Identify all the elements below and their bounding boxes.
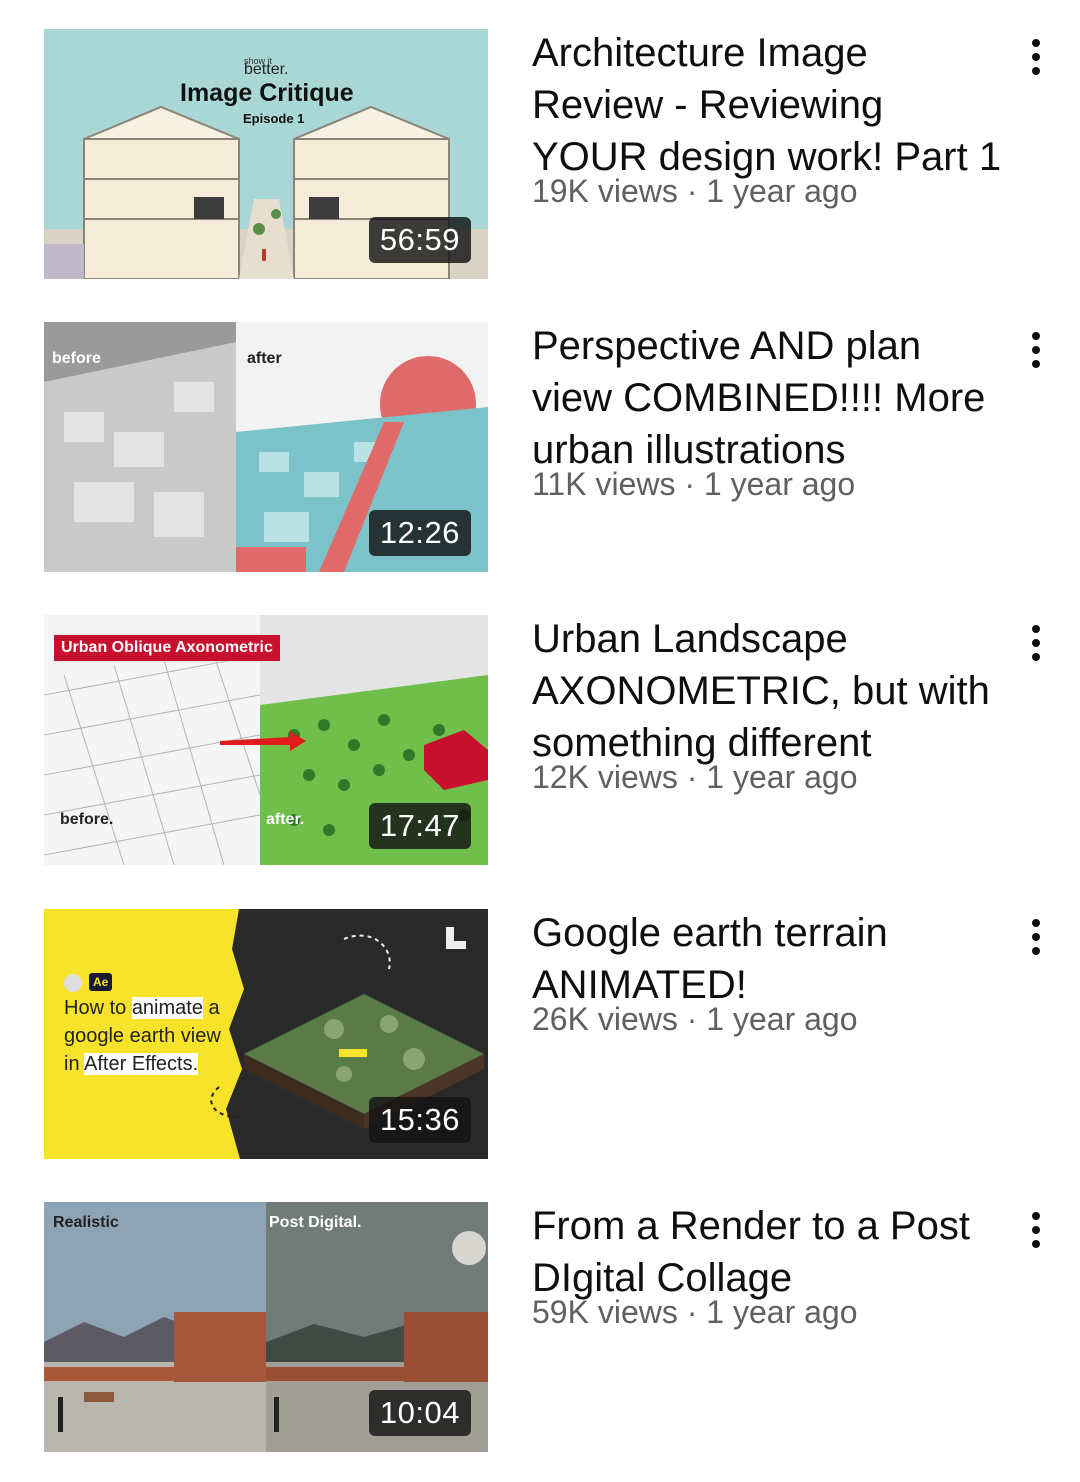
stats-separator: · [686,173,698,209]
more-options-icon[interactable] [1016,1208,1056,1252]
stats-separator: · [686,759,698,795]
more-options-icon[interactable] [1016,328,1056,372]
video-thumbnail[interactable]: show it better. Image Critique Episode 1… [44,29,488,279]
video-stats: 12K views · 1 year ago [532,759,1002,795]
after-effects-icon: Ae [89,973,113,991]
thumb-line-1: How to animate a [64,997,220,1019]
stats-separator: · [686,1294,698,1330]
video-item[interactable]: show it better. Image Critique Episode 1… [0,29,1080,279]
video-stats: 59K views · 1 year ago [532,1294,1002,1330]
thumb-banner: Urban Oblique Axonometric [54,635,280,661]
video-item[interactable]: Realistic Post Digital. 10:04 From a Ren… [0,1202,1080,1452]
video-stats: 26K views · 1 year ago [532,1001,1002,1037]
stats-separator: · [686,1001,698,1037]
thumb-label-after: after [247,350,282,367]
video-item[interactable]: Urban Oblique Axonometric before. after.… [0,615,1080,865]
view-count: 26K views [532,1001,678,1037]
duration-badge: 10:04 [368,1390,471,1436]
video-meta: Urban Landscape AXONOMETRIC, but with so… [532,615,1002,795]
video-thumbnail[interactable]: Realistic Post Digital. 10:04 [44,1202,488,1452]
duration-badge: 56:59 [368,217,471,263]
video-meta: Architecture Image Review - Reviewing YO… [532,29,1002,209]
video-title[interactable]: Architecture Image Review - Reviewing YO… [532,27,1002,183]
more-options-icon[interactable] [1016,621,1056,665]
duration-badge: 12:26 [368,510,471,556]
upload-age: 1 year ago [706,173,858,209]
thumb-label-before: before. [60,811,114,828]
video-title[interactable]: Perspective AND plan view COMBINED!!!! M… [532,320,1002,476]
upload-age: 1 year ago [703,466,856,502]
video-thumbnail[interactable]: before after 12:26 [44,322,488,572]
duration-badge: 15:36 [368,1097,471,1143]
thumb-label-post-digital: Post Digital. [269,1214,362,1231]
video-item[interactable]: Ae How to animate a google earth view in… [0,909,1080,1159]
thumb-heading: Image Critique [180,79,354,107]
view-count: 19K views [532,173,678,209]
upload-age: 1 year ago [706,1294,858,1330]
more-options-icon[interactable] [1016,35,1056,79]
view-count: 11K views [532,466,676,502]
duration-badge: 17:47 [368,803,471,849]
thumb-brand: better. [244,61,289,78]
video-thumbnail[interactable]: Urban Oblique Axonometric before. after.… [44,615,488,865]
view-count: 59K views [532,1294,678,1330]
video-thumbnail[interactable]: Ae How to animate a google earth view in… [44,909,488,1159]
thumb-episode: Episode 1 [243,111,305,126]
thumb-label-realistic: Realistic [53,1214,119,1231]
thumb-line-2: google earth view [64,1025,221,1047]
video-stats: 11K views · 1 year ago [532,466,1002,502]
globe-icon [64,974,82,992]
more-options-icon[interactable] [1016,915,1056,959]
upload-age: 1 year ago [706,1001,858,1037]
video-meta: Perspective AND plan view COMBINED!!!! M… [532,322,1002,502]
thumb-label-after: after. [266,811,305,828]
video-title[interactable]: Urban Landscape AXONOMETRIC, but with so… [532,613,1002,769]
video-title[interactable]: Google earth terrain ANIMATED! [532,907,1002,1011]
view-count: 12K views [532,759,678,795]
thumb-label-before: before [52,350,101,367]
video-list: show it better. Image Critique Episode 1… [0,0,1080,1482]
video-title[interactable]: From a Render to a Post DIgital Collage [532,1200,1002,1304]
video-item[interactable]: before after 12:26 Perspective AND plan … [0,322,1080,572]
video-meta: From a Render to a Post DIgital Collage … [532,1202,1002,1330]
thumb-line-3: in After Effects. [64,1053,199,1075]
stats-separator: · [684,466,696,502]
upload-age: 1 year ago [706,759,858,795]
video-meta: Google earth terrain ANIMATED! 26K views… [532,909,1002,1037]
